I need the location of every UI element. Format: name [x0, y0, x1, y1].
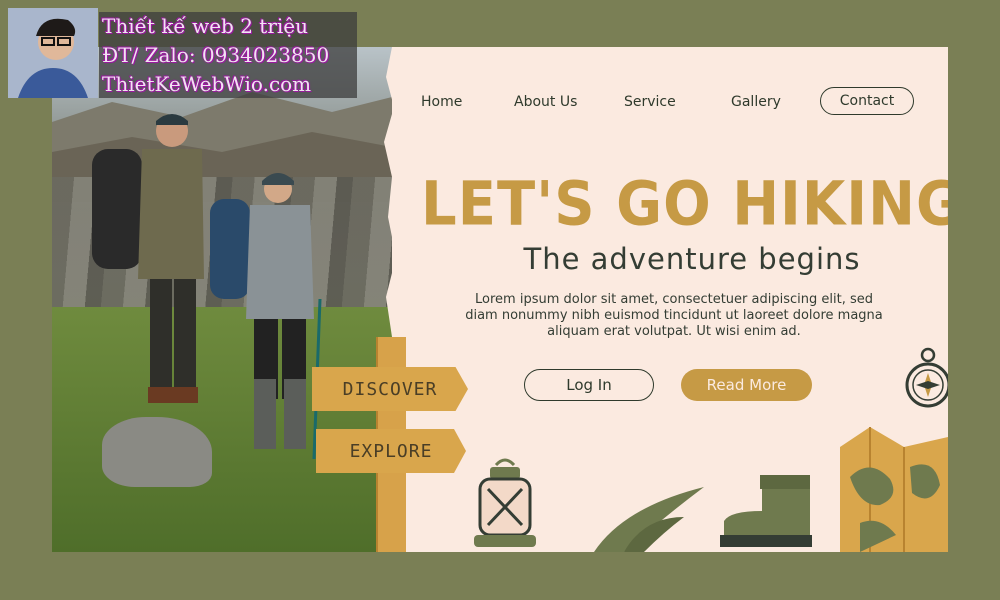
nav-home[interactable]: Home	[421, 87, 462, 117]
person-photo	[8, 8, 98, 98]
nav-about-us[interactable]: About Us	[514, 87, 577, 117]
map-icon	[840, 427, 948, 552]
watermark-avatar	[8, 8, 98, 98]
hiker-woman	[210, 173, 322, 460]
watermark-line-3: ThietKeWebWio.com	[102, 72, 312, 96]
watermark-banner: Thiết kế web 2 triệu ĐT/ Zalo: 093402385…	[99, 12, 357, 98]
login-button[interactable]: Log In	[524, 369, 654, 401]
hiker-man	[92, 114, 204, 403]
watermark-line-1: Thiết kế web 2 triệu	[102, 14, 309, 38]
boot-icon	[720, 475, 812, 547]
nav-service[interactable]: Service	[624, 87, 676, 117]
hero-photo	[52, 47, 392, 552]
contact-button[interactable]: Contact	[820, 87, 914, 115]
leaf-icon	[594, 487, 704, 552]
lantern-icon	[474, 458, 536, 547]
hero-body: Lorem ipsum dolor sit amet, consectetuer…	[465, 292, 883, 339]
landing-page: DISCOVER EXPLORE Home About Us Service G…	[52, 47, 948, 552]
nav-gallery[interactable]: Gallery	[731, 87, 781, 117]
sign-explore: EXPLORE	[316, 429, 466, 473]
read-more-button[interactable]: Read More	[681, 369, 812, 401]
compass-icon	[905, 347, 948, 408]
hero-subhead: The adventure begins	[523, 242, 861, 276]
watermark-line-2: ĐT/ Zalo: 0934023850	[102, 43, 330, 67]
hero-headline: LET'S GO HIKING	[421, 169, 948, 240]
sign-discover: DISCOVER	[312, 367, 468, 411]
